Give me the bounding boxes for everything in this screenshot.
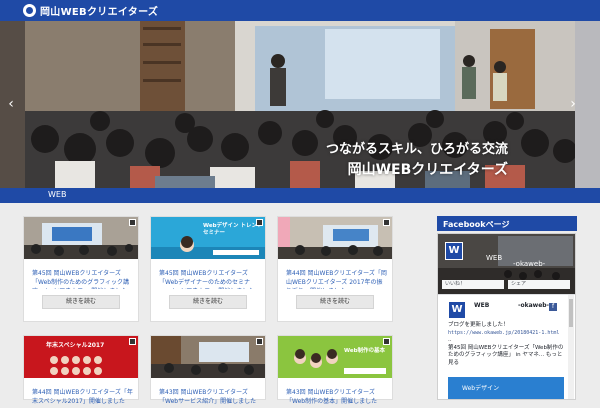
facebook-preview-text: Webデザイン — [462, 385, 500, 392]
post-thumbnail[interactable] — [24, 217, 138, 259]
post-card[interactable]: 第43回 岡山WEBクリエイターズ「Webサービス紹介」開催しました — [150, 335, 266, 405]
post-title[interactable]: 第43回 岡山WEBクリエイターズ「Web制作の基本」開催しました — [278, 378, 392, 408]
thumbnail-badge-icon — [383, 338, 390, 345]
facebook-share-button[interactable]: シェア — [508, 280, 570, 289]
thumbnail-badge-icon — [256, 338, 263, 345]
facebook-widget[interactable]: WEB -okaweb- いいね！ シェア WEB -okaweb- f ブログ… — [437, 233, 576, 400]
post-thumbnail[interactable]: 年末スペシャル2017 — [24, 336, 138, 378]
category-bar: WEB — [0, 188, 600, 203]
facebook-page-name[interactable]: WEB — [486, 254, 502, 262]
read-more-button[interactable]: 続きを読む — [296, 295, 374, 309]
okaweb-avatar-icon[interactable] — [448, 301, 466, 319]
read-more-button[interactable]: 続きを読む — [169, 295, 247, 309]
category-label[interactable]: WEB — [48, 190, 66, 199]
slider-prev-arrow-icon[interactable]: ‹ — [4, 95, 18, 113]
thumbnail-label: Web制作の基本 — [344, 348, 386, 354]
facebook-post-line1: ブログを更新しました！ — [448, 322, 509, 328]
thumbnail-label: Webデザイン トレンドセミナー — [203, 223, 263, 236]
post-card[interactable]: Webデザイン トレンドセミナー 第45回 岡山WEBクリエイターズ「Webデザ… — [150, 216, 266, 322]
facebook-post: WEB -okaweb- f ブログを更新しました！ https://www.o… — [438, 294, 575, 399]
thumbnail-badge-icon — [256, 219, 263, 226]
facebook-widget-title: Facebookページ — [437, 216, 577, 231]
post-card[interactable]: Web制作の基本 第43回 岡山WEBクリエイターズ「Web制作の基本」開催しま… — [277, 335, 393, 405]
facebook-post-header: WEB -okaweb- f — [438, 295, 575, 319]
post-title[interactable]: 第45回 岡山WEBクリエイターズ「Webデザイナーのためのセミナー」 in ヤ… — [151, 259, 265, 289]
logo-mark-icon — [23, 4, 36, 17]
post-title[interactable]: 第45回 岡山WEBクリエイターズ「Web制作のためのグラフィック講座」 in … — [24, 259, 138, 289]
logo-text: 岡山WEBクリエイターズ — [40, 7, 159, 18]
facebook-scrollbar[interactable] — [568, 295, 574, 399]
hero-slider[interactable]: ‹ › つながるスキル、ひろがる交流 岡山WEBクリエイターズ — [0, 21, 600, 188]
facebook-post-link[interactable]: https://www.okaweb.jp/20180421-1.html — [448, 330, 566, 338]
post-card[interactable]: 年末スペシャル2017 第44回 岡山WEBクリエイターズ「年末スペシャル201… — [23, 335, 139, 405]
facebook-post-author[interactable]: WEB — [474, 302, 489, 309]
facebook-like-button[interactable]: いいね！ — [442, 280, 504, 289]
post-thumbnail[interactable] — [278, 217, 392, 259]
site-header: 岡山WEBクリエイターズ — [0, 0, 600, 21]
okaweb-logo-icon — [445, 242, 463, 260]
slide-caption-line1: つながるスキル、ひろがる交流 — [325, 142, 508, 157]
facebook-action-row: いいね！ シェア — [442, 280, 571, 289]
thumbnail-label: 年末スペシャル2017 — [46, 342, 105, 349]
read-more-button[interactable]: 続きを読む — [42, 295, 120, 309]
post-title[interactable]: 第44回 岡山WEBクリエイターズ「年末スペシャル2017」開催しました — [24, 378, 138, 408]
slide-caption-line2: 岡山WEBクリエイターズ — [347, 162, 508, 178]
post-card[interactable]: 第44回 岡山WEBクリエイターズ「岡山WEBクリエイターズ 2017年の振り返… — [277, 216, 393, 322]
slider-next-arrow-icon[interactable]: › — [566, 95, 580, 113]
facebook-post-author-suffix[interactable]: -okaweb- — [518, 302, 549, 309]
site-logo[interactable]: 岡山WEBクリエイターズ — [23, 3, 158, 18]
facebook-f-icon[interactable]: f — [549, 303, 557, 311]
post-thumbnail[interactable]: Webデザイン トレンドセミナー — [151, 217, 265, 259]
facebook-post-preview-image[interactable]: Webデザイン — [448, 377, 564, 399]
post-thumbnail[interactable]: Web制作の基本 — [278, 336, 392, 378]
thumbnail-badge-icon — [129, 219, 136, 226]
thumbnail-badge-icon — [383, 219, 390, 226]
facebook-post-line3: 第45回 岡山WEBクリエイターズ「Web制作のためのグラフィック講座」 in … — [448, 344, 564, 366]
post-title[interactable]: 第44回 岡山WEBクリエイターズ「岡山WEBクリエイターズ 2017年の振り返… — [278, 259, 392, 289]
facebook-post-line2: .. — [448, 337, 452, 343]
thumbnail-badge-icon — [129, 338, 136, 345]
facebook-cover[interactable]: WEB -okaweb- いいね！ シェア — [438, 234, 575, 294]
post-card[interactable]: 第45回 岡山WEBクリエイターズ「Web制作のためのグラフィック講座」 in … — [23, 216, 139, 322]
facebook-scrollbar-thumb[interactable] — [569, 299, 573, 327]
post-thumbnail[interactable] — [151, 336, 265, 378]
facebook-page-name-suffix[interactable]: -okaweb- — [513, 260, 545, 268]
post-title[interactable]: 第43回 岡山WEBクリエイターズ「Webサービス紹介」開催しました — [151, 378, 265, 408]
slide-caption: つながるスキル、ひろがる交流 岡山WEBクリエイターズ — [326, 138, 508, 179]
facebook-post-text: ブログを更新しました！ https://www.okaweb.jp/201804… — [448, 322, 566, 367]
